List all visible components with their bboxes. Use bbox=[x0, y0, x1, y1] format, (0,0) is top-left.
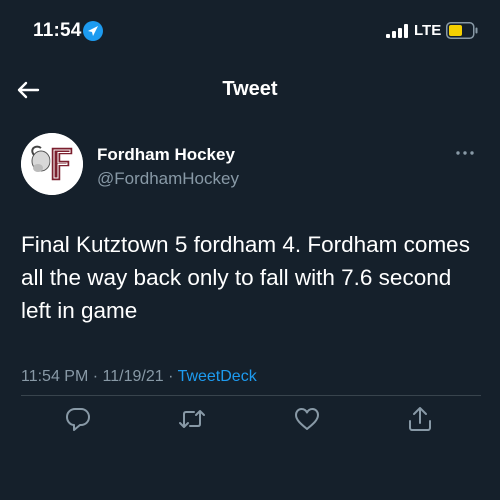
network-label: LTE bbox=[414, 22, 442, 39]
avatar[interactable] bbox=[21, 133, 83, 195]
tweet-time: 11:54 PM bbox=[21, 368, 89, 385]
page-title: Tweet bbox=[222, 78, 278, 100]
author-handle[interactable]: @FordhamHockey bbox=[97, 169, 239, 189]
fordham-ram-logo bbox=[21, 133, 83, 195]
retweet-icon bbox=[179, 410, 205, 428]
tweet-text: Final Kutztown 5 fordham 4. Fordham come… bbox=[21, 232, 470, 323]
status-time: 11:54 bbox=[33, 20, 82, 41]
reply-button[interactable] bbox=[63, 404, 93, 434]
more-dots-icon bbox=[456, 151, 474, 155]
divider bbox=[21, 395, 481, 396]
author-name[interactable]: Fordham Hockey bbox=[97, 145, 235, 165]
share-icon bbox=[409, 407, 431, 431]
signal-icon bbox=[386, 24, 408, 38]
tweet-source-link[interactable]: TweetDeck bbox=[178, 368, 257, 385]
like-button[interactable] bbox=[292, 404, 322, 434]
meta-separator: · bbox=[92, 368, 99, 385]
tweet-date: 11/19/21 bbox=[102, 368, 164, 385]
retweet-button[interactable] bbox=[177, 404, 207, 434]
meta-separator: · bbox=[168, 368, 174, 385]
share-button[interactable] bbox=[405, 404, 435, 434]
battery-icon bbox=[446, 22, 478, 39]
reply-icon bbox=[66, 408, 90, 431]
like-icon bbox=[295, 408, 319, 430]
location-arrow-icon bbox=[82, 20, 104, 42]
more-options-button[interactable] bbox=[454, 146, 476, 160]
tweet-meta: 11:54 PM · 11/19/21 · TweetDeck bbox=[21, 368, 257, 386]
